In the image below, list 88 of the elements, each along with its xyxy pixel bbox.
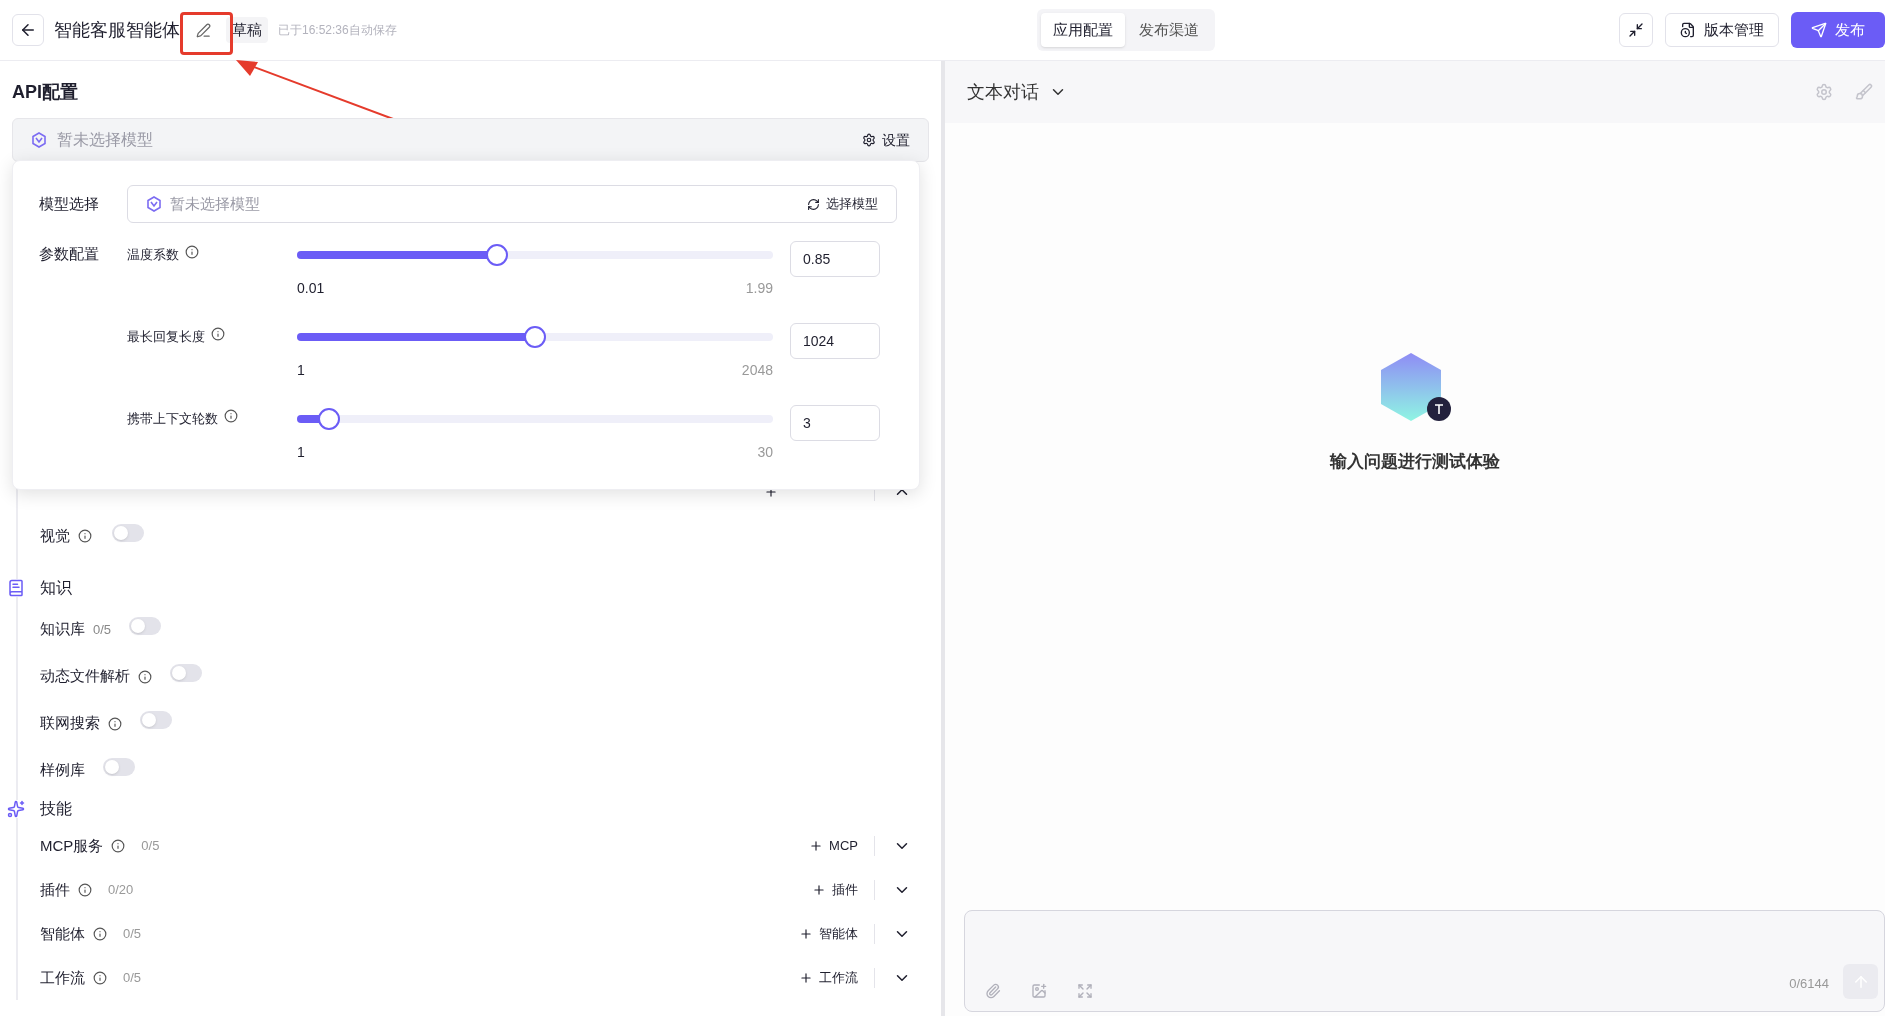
param-label: 携带上下文轮数 xyxy=(127,410,218,428)
settings-button[interactable]: 设置 xyxy=(862,129,910,151)
tab[interactable]: 应用配置 xyxy=(1040,13,1125,47)
param-input[interactable]: 0.85 xyxy=(790,241,880,277)
info-icon xyxy=(211,327,225,341)
model-icon xyxy=(146,196,162,212)
add-skill-button[interactable]: 工作流 xyxy=(799,968,875,988)
count-text: 0/5 xyxy=(123,969,143,988)
add-skill-button[interactable]: 智能体 xyxy=(799,924,875,944)
paperclip-icon[interactable] xyxy=(985,983,1001,999)
slider-min: 0.01 xyxy=(297,279,325,298)
field-label: 参数配置 xyxy=(39,244,100,264)
skill-label: 插件 xyxy=(40,879,70,900)
add-skill-button[interactable]: MCP xyxy=(809,836,875,856)
section-title: API配置 xyxy=(12,81,79,104)
refresh-icon xyxy=(807,197,820,211)
slider[interactable] xyxy=(297,326,773,348)
info-icon xyxy=(93,971,107,985)
plus-icon xyxy=(799,971,813,985)
param-label: 温度系数 xyxy=(127,246,179,264)
gear-icon xyxy=(862,133,876,147)
annotation-box xyxy=(180,12,233,55)
pencil-icon xyxy=(195,22,211,38)
slider-max: 1.99 xyxy=(745,279,773,298)
toggle-label: 视觉 xyxy=(40,525,70,546)
info-icon xyxy=(185,245,199,259)
skill-label: 智能体 xyxy=(40,923,85,944)
info-icon xyxy=(93,927,107,941)
count-text: 0/5 xyxy=(123,925,143,944)
param-input[interactable]: 1024 xyxy=(790,323,880,359)
info-icon xyxy=(111,839,126,853)
book-icon xyxy=(7,579,25,597)
model-icon xyxy=(31,132,47,148)
plus-icon xyxy=(812,883,826,897)
app-title: 智能客服智能体 xyxy=(54,18,180,42)
collapse-icon xyxy=(1628,22,1644,38)
version-button[interactable]: 版本管理 xyxy=(1665,13,1779,47)
mode-dropdown[interactable]: 文本对话 xyxy=(967,78,1067,106)
count-text: 0/5 xyxy=(141,837,161,856)
assistant-drawing xyxy=(1379,351,1451,423)
slider-thumb[interactable] xyxy=(485,244,508,266)
model-placeholder: 暂未选择模型 xyxy=(57,130,154,150)
char-counter: 0/6144 xyxy=(1789,974,1829,993)
slider[interactable] xyxy=(297,244,773,266)
toggle-label: 动态文件解析 xyxy=(40,666,130,687)
skill-label: MCP服务 xyxy=(40,835,104,856)
plus-icon xyxy=(799,927,813,941)
model-select-field[interactable]: 暂未选择模型 选择模型 xyxy=(127,185,897,223)
toggle-switch[interactable] xyxy=(129,617,162,635)
info-icon xyxy=(78,883,92,897)
status-badge: 草稿 xyxy=(226,16,268,44)
toggle-label: 联网搜索 xyxy=(40,713,100,734)
tab[interactable]: 发布渠道 xyxy=(1126,13,1211,47)
sparkle-icon xyxy=(7,800,25,818)
info-icon xyxy=(224,409,238,423)
toggle-switch[interactable] xyxy=(103,758,135,776)
back-button[interactable] xyxy=(12,14,44,46)
group-title: 技能 xyxy=(40,799,72,819)
autosave-text: 已于16:52:36自动保存 xyxy=(278,22,397,39)
slider-min: 1 xyxy=(297,443,305,462)
file-clock-icon xyxy=(1680,22,1696,38)
slider-min: 1 xyxy=(297,361,305,380)
model-placeholder: 暂未选择模型 xyxy=(170,193,261,214)
select-model-button[interactable]: 选择模型 xyxy=(807,194,878,214)
param-input[interactable]: 3 xyxy=(790,405,880,441)
toggle-label: 知识库 xyxy=(40,619,85,640)
toggle-label: 样例库 xyxy=(40,760,85,781)
count-text: 0/20 xyxy=(108,881,135,900)
group-title: 知识 xyxy=(40,578,72,598)
slider-thumb[interactable] xyxy=(524,326,546,348)
param-label: 最长回复长度 xyxy=(127,328,205,346)
skill-label: 工作流 xyxy=(40,967,85,988)
empty-state-text: 输入问题进行测试体验 xyxy=(1330,451,1500,473)
send-icon xyxy=(1811,22,1827,38)
add-skill-button[interactable]: 插件 xyxy=(812,880,875,900)
count-text: 0/5 xyxy=(93,620,112,639)
slider-max: 2048 xyxy=(741,361,773,380)
plus-icon xyxy=(809,839,824,853)
toggle-switch[interactable] xyxy=(140,711,172,729)
toggle-switch[interactable] xyxy=(170,664,202,682)
collapse-button[interactable] xyxy=(1619,13,1653,47)
toggle-switch[interactable] xyxy=(112,523,144,542)
model-bar[interactable]: 暂未选择模型 设置 xyxy=(12,118,929,162)
slider-max: 30 xyxy=(757,443,773,462)
field-label: 模型选择 xyxy=(39,193,100,214)
slider[interactable] xyxy=(297,408,773,430)
publish-button[interactable]: 发布 xyxy=(1791,12,1885,48)
slider-thumb[interactable] xyxy=(318,408,341,430)
